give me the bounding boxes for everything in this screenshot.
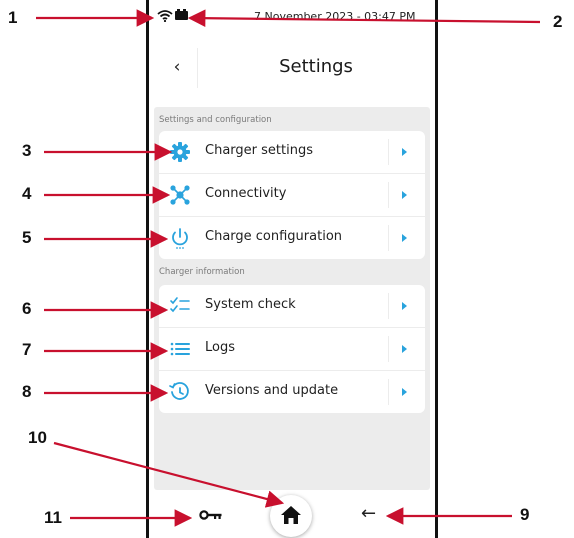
menu-item-label: System check: [205, 297, 296, 312]
menu-item-logs[interactable]: Logs: [159, 328, 425, 371]
callout-5: 5: [22, 228, 32, 247]
chevron-right-icon: [402, 302, 407, 310]
callout-6: 6: [22, 299, 32, 318]
row-divider: [388, 293, 389, 319]
menu-item-connectivity[interactable]: Connectivity: [159, 174, 425, 217]
row-divider: [388, 379, 389, 405]
callout-11: 11: [44, 508, 62, 527]
callout-4: 4: [22, 184, 32, 203]
callout-2: 2: [553, 12, 563, 31]
power-icon: [172, 228, 188, 249]
row-divider: [388, 182, 389, 208]
callout-1: 1: [8, 8, 18, 27]
menu-item-label: Charge configuration: [205, 229, 343, 244]
section-label-settings: Settings and configuration: [159, 115, 272, 125]
battery-icon: [175, 9, 188, 20]
home-icon: [281, 506, 301, 524]
callout-10: 10: [28, 428, 47, 447]
information-card: System check Logs Versions and update: [159, 285, 425, 413]
gear-icon: [170, 142, 190, 162]
settings-card: Charger settings Connectivity Charge con…: [159, 131, 425, 259]
chevron-right-icon: [402, 388, 407, 396]
bottom-navigation: ←: [149, 490, 435, 538]
chevron-right-icon: [402, 148, 407, 156]
page-title: Settings: [279, 56, 353, 77]
callout-8: 8: [22, 382, 32, 401]
settings-content: Settings and configuration Charger setti…: [154, 107, 430, 490]
chevron-right-icon: [402, 234, 407, 242]
chevron-right-icon: [402, 345, 407, 353]
history-icon: [169, 382, 189, 400]
menu-item-charge-configuration[interactable]: Charge configuration: [159, 217, 425, 259]
callout-9: 9: [520, 505, 530, 524]
menu-item-label: Charger settings: [205, 143, 313, 158]
list-icon: [170, 342, 190, 356]
page-header: ‹ Settings: [149, 42, 435, 94]
back-arrow-button[interactable]: ←: [361, 504, 376, 524]
row-divider: [388, 225, 389, 251]
status-bar: 7 November 2023 - 03:47 PM: [149, 8, 435, 24]
menu-item-label: Logs: [205, 340, 235, 355]
home-button[interactable]: [270, 495, 312, 537]
menu-item-system-check[interactable]: System check: [159, 285, 425, 328]
row-divider: [388, 336, 389, 362]
menu-item-label: Connectivity: [205, 186, 287, 201]
status-datetime: 7 November 2023 - 03:47 PM: [254, 10, 416, 23]
chevron-right-icon: [402, 191, 407, 199]
wifi-icon: [157, 10, 173, 22]
key-icon[interactable]: [199, 509, 223, 521]
row-divider: [388, 139, 389, 165]
device-screen: 7 November 2023 - 03:47 PM ‹ Settings Se…: [146, 0, 438, 538]
menu-item-versions-update[interactable]: Versions and update: [159, 371, 425, 413]
section-label-information: Charger information: [159, 267, 245, 277]
menu-item-label: Versions and update: [205, 383, 339, 398]
callout-3: 3: [22, 141, 32, 160]
network-icon: [170, 185, 190, 205]
menu-item-charger-settings[interactable]: Charger settings: [159, 131, 425, 174]
checklist-icon: [170, 297, 190, 313]
callout-7: 7: [22, 340, 32, 359]
